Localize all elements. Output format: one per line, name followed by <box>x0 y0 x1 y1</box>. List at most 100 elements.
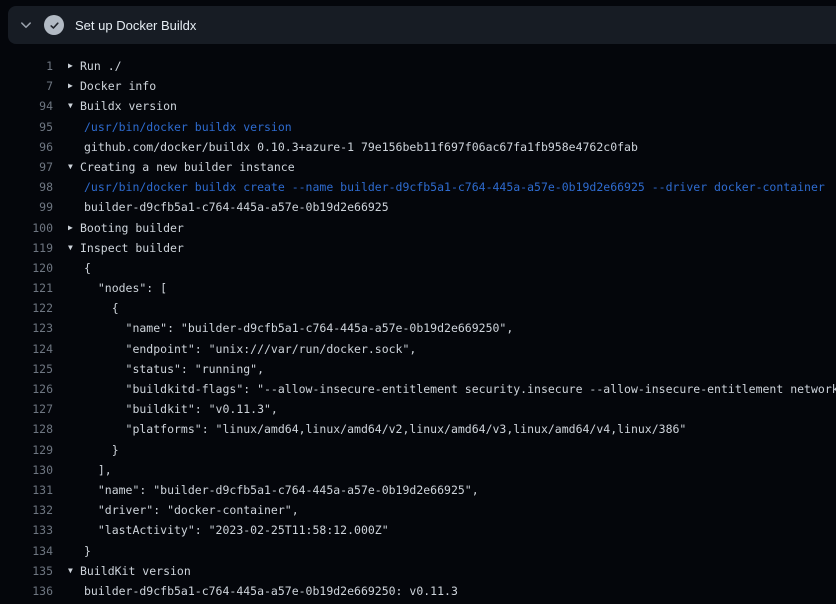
step-title: Set up Docker Buildx <box>75 18 196 33</box>
log-row: 126 "buildkitd-flags": "--allow-insecure… <box>0 379 836 399</box>
line-number[interactable]: 99 <box>0 197 53 217</box>
line-number[interactable]: 128 <box>0 419 53 439</box>
log-output-text: builder-d9cfb5a1-c764-445a-a57e-0b19d2e6… <box>84 197 389 217</box>
triangle-down-icon[interactable]: ▼ <box>68 96 80 116</box>
line-number[interactable]: 1 <box>0 56 53 76</box>
line-number[interactable]: 97 <box>0 157 53 177</box>
log-row: 121 "nodes": [ <box>0 278 836 298</box>
log-output-text: "nodes": [ <box>84 278 167 298</box>
log-row: 1 ▶Run ./ <box>0 56 836 76</box>
log-row: 127 "buildkit": "v0.11.3", <box>0 399 836 419</box>
log-group-label: Creating a new builder instance <box>80 157 295 177</box>
log-output-text: "buildkitd-flags": "--allow-insecure-ent… <box>84 379 836 399</box>
line-number[interactable]: 134 <box>0 541 53 561</box>
log-row: 129 } <box>0 440 836 460</box>
line-number[interactable]: 136 <box>0 581 53 601</box>
log-row: 125 "status": "running", <box>0 359 836 379</box>
log-group-header[interactable]: ▼Inspect builder <box>68 238 184 258</box>
log-row: 133 "lastActivity": "2023-02-25T11:58:12… <box>0 520 836 540</box>
log-output-text: builder-d9cfb5a1-c764-445a-a57e-0b19d2e6… <box>84 581 458 601</box>
log-output-text: github.com/docker/buildx 0.10.3+azure-1 … <box>84 137 638 157</box>
log-row: 123 "name": "builder-d9cfb5a1-c764-445a-… <box>0 318 836 338</box>
log-output-text: "name": "builder-d9cfb5a1-c764-445a-a57e… <box>84 318 513 338</box>
log-row: 94 ▼Buildx version <box>0 96 836 116</box>
line-number[interactable]: 121 <box>0 278 53 298</box>
log-row: 119 ▼Inspect builder <box>0 238 836 258</box>
line-number[interactable]: 127 <box>0 399 53 419</box>
line-number[interactable]: 129 <box>0 440 53 460</box>
log-output-text: "platforms": "linux/amd64,linux/amd64/v2… <box>84 419 686 439</box>
log-row: 122 { <box>0 298 836 318</box>
line-number[interactable]: 125 <box>0 359 53 379</box>
triangle-right-icon[interactable]: ▶ <box>68 56 80 76</box>
line-number[interactable]: 131 <box>0 480 53 500</box>
log-row: 99 builder-d9cfb5a1-c764-445a-a57e-0b19d2… <box>0 197 836 217</box>
line-number[interactable]: 130 <box>0 460 53 480</box>
log-group-label: Inspect builder <box>80 238 184 258</box>
triangle-down-icon[interactable]: ▼ <box>68 238 80 258</box>
log-row: 131 "name": "builder-d9cfb5a1-c764-445a-… <box>0 480 836 500</box>
log-group-header[interactable]: ▼Creating a new builder instance <box>68 157 295 177</box>
status-check-icon <box>44 15 64 35</box>
log-output-text: "buildkit": "v0.11.3", <box>84 399 278 419</box>
log-command-text: /usr/bin/docker buildx create --name bui… <box>84 177 825 197</box>
line-number[interactable]: 96 <box>0 137 53 157</box>
log-row: 135 ▼BuildKit version <box>0 561 836 581</box>
log-row: 130 ], <box>0 460 836 480</box>
triangle-right-icon[interactable]: ▶ <box>68 76 80 96</box>
line-number[interactable]: 7 <box>0 76 53 96</box>
log-output-text: { <box>84 298 119 318</box>
log-row: 96 github.com/docker/buildx 0.10.3+azure-… <box>0 137 836 157</box>
log-output-text: "endpoint": "unix:///var/run/docker.sock… <box>84 339 416 359</box>
triangle-down-icon[interactable]: ▼ <box>68 157 80 177</box>
line-number[interactable]: 98 <box>0 177 53 197</box>
log-output-text: } <box>84 440 119 460</box>
chevron-down-icon[interactable] <box>18 17 34 33</box>
log-row: 95/usr/bin/docker buildx version <box>0 117 836 137</box>
triangle-down-icon[interactable]: ▼ <box>68 561 80 581</box>
line-number[interactable]: 135 <box>0 561 53 581</box>
line-number[interactable]: 133 <box>0 520 53 540</box>
line-number[interactable]: 123 <box>0 318 53 338</box>
line-number[interactable]: 95 <box>0 117 53 137</box>
log-row: 7 ▶Docker info <box>0 76 836 96</box>
log-row: 136 builder-d9cfb5a1-c764-445a-a57e-0b19d… <box>0 581 836 601</box>
log-row: 120 { <box>0 258 836 278</box>
log-output-text: ], <box>84 460 112 480</box>
log-group-label: Booting builder <box>80 218 184 238</box>
log-output-text: "driver": "docker-container", <box>84 500 299 520</box>
log-group-label: Docker info <box>80 76 156 96</box>
log-row: 124 "endpoint": "unix:///var/run/docker.… <box>0 339 836 359</box>
log-row: 98/usr/bin/docker buildx create --name b… <box>0 177 836 197</box>
log-row: 132 "driver": "docker-container", <box>0 500 836 520</box>
line-number[interactable]: 126 <box>0 379 53 399</box>
log-group-header[interactable]: ▶Booting builder <box>68 218 184 238</box>
log-row: 128 "platforms": "linux/amd64,linux/amd6… <box>0 419 836 439</box>
log-group-header[interactable]: ▶Docker info <box>68 76 156 96</box>
line-number[interactable]: 122 <box>0 298 53 318</box>
line-number[interactable]: 119 <box>0 238 53 258</box>
log-group-label: Run ./ <box>80 56 122 76</box>
log-viewer: 1▶Run ./7▶Docker info94▼Buildx version95… <box>0 56 836 601</box>
triangle-right-icon[interactable]: ▶ <box>68 218 80 238</box>
log-command-text: /usr/bin/docker buildx version <box>84 117 292 137</box>
log-group-header[interactable]: ▶Run ./ <box>68 56 122 76</box>
log-output-text: } <box>84 541 91 561</box>
log-row: 97 ▼Creating a new builder instance <box>0 157 836 177</box>
log-output-text: { <box>84 258 91 278</box>
log-row: 100 ▶Booting builder <box>0 218 836 238</box>
log-group-header[interactable]: ▼Buildx version <box>68 96 177 116</box>
line-number[interactable]: 120 <box>0 258 53 278</box>
log-output-text: "status": "running", <box>84 359 264 379</box>
line-number[interactable]: 124 <box>0 339 53 359</box>
line-number[interactable]: 94 <box>0 96 53 116</box>
log-group-label: BuildKit version <box>80 561 191 581</box>
step-header[interactable]: Set up Docker Buildx <box>8 6 836 44</box>
log-output-text: "name": "builder-d9cfb5a1-c764-445a-a57e… <box>84 480 479 500</box>
log-group-header[interactable]: ▼BuildKit version <box>68 561 191 581</box>
line-number[interactable]: 132 <box>0 500 53 520</box>
log-row: 134} <box>0 541 836 561</box>
log-group-label: Buildx version <box>80 96 177 116</box>
log-output-text: "lastActivity": "2023-02-25T11:58:12.000… <box>84 520 389 540</box>
line-number[interactable]: 100 <box>0 218 53 238</box>
